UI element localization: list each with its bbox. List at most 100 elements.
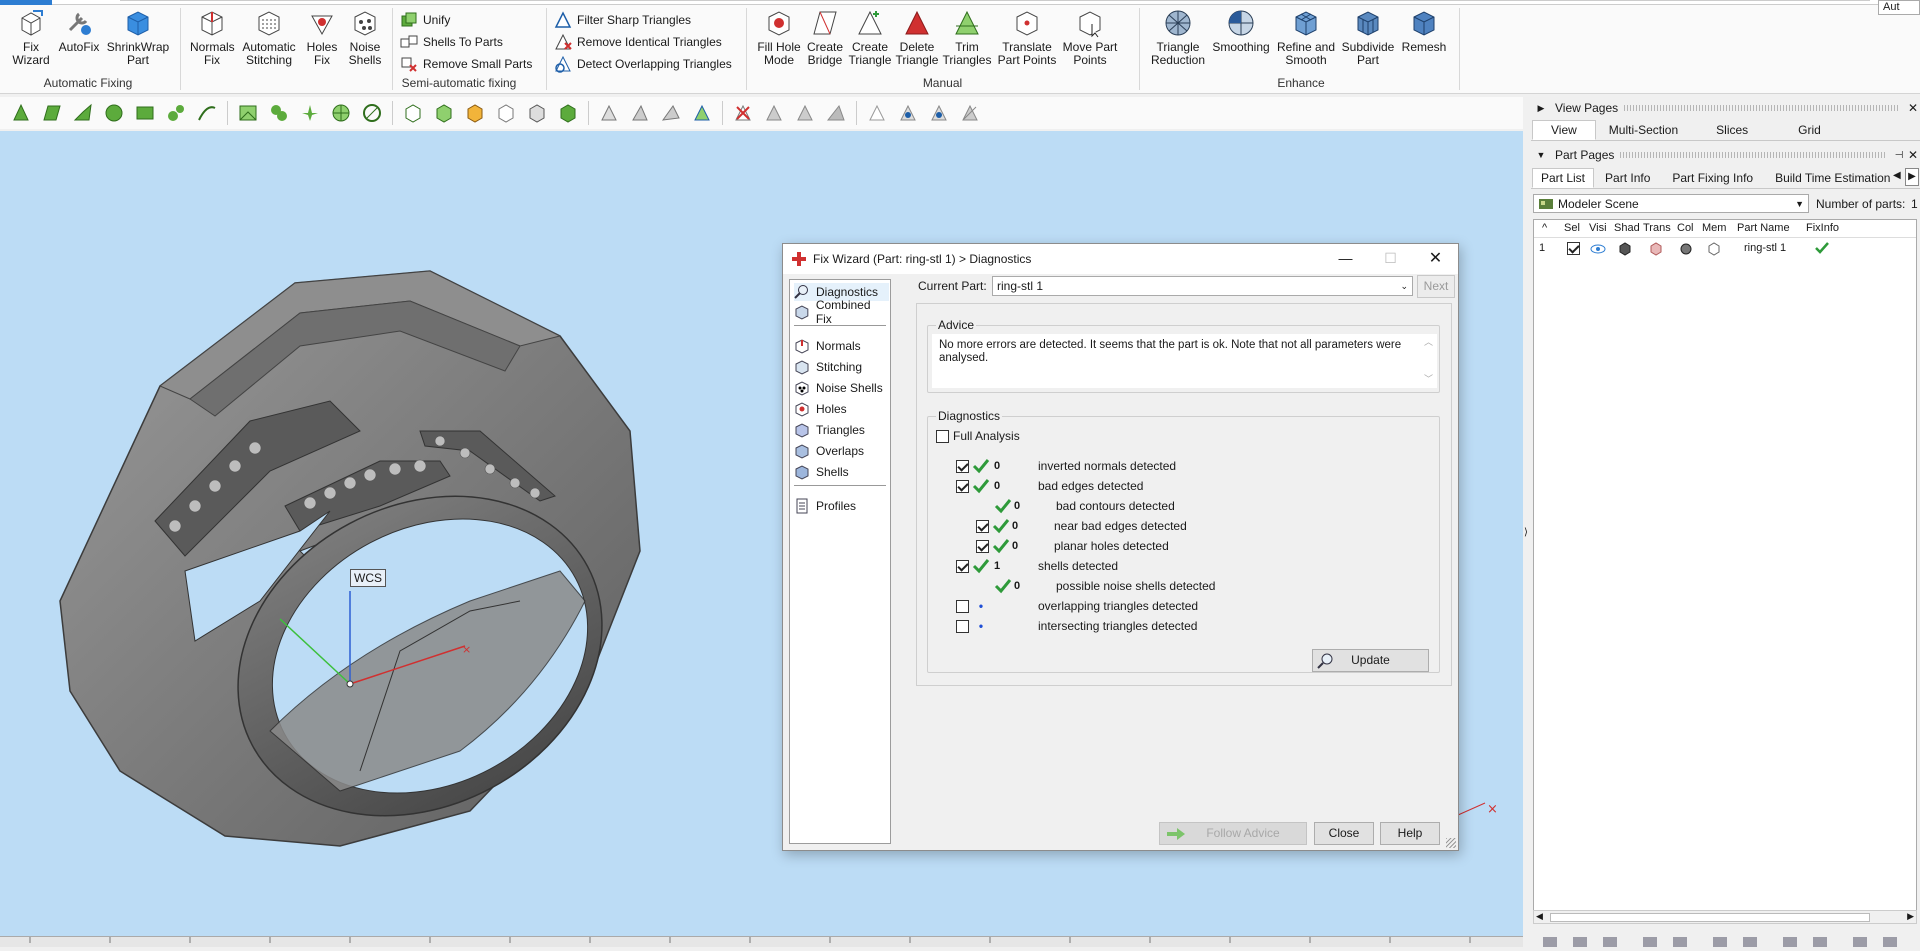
unify-button[interactable]: Unify bbox=[400, 10, 450, 30]
tab-slices[interactable]: Slices bbox=[1691, 120, 1773, 140]
select-flower-icon[interactable] bbox=[299, 102, 321, 124]
memory-cube-icon[interactable] bbox=[1707, 242, 1721, 256]
dialog-titlebar[interactable]: Fix Wizard (Part: ring-stl 1) > Diagnost… bbox=[783, 244, 1458, 274]
noise-shells-button[interactable]: Noise Shells bbox=[344, 8, 386, 67]
fix-wizard-button[interactable]: Fix Wizard bbox=[8, 8, 54, 67]
full-analysis-checkbox[interactable] bbox=[936, 429, 949, 443]
select-rectangle-icon[interactable] bbox=[134, 102, 156, 124]
close-button[interactable]: Close bbox=[1314, 822, 1374, 845]
triangle-wire-icon[interactable] bbox=[691, 102, 713, 124]
select-connected-icon[interactable] bbox=[268, 102, 290, 124]
filter-sharp-triangles-button[interactable]: Filter Sharp Triangles bbox=[554, 10, 691, 30]
follow-advice-button[interactable]: Follow Advice bbox=[1159, 822, 1307, 845]
tab-multi-section[interactable]: Multi-Section bbox=[1596, 120, 1691, 140]
scroll-left-icon[interactable]: ◀ bbox=[1536, 911, 1543, 922]
intersecting-checkbox[interactable] bbox=[956, 619, 969, 633]
select-plane-icon[interactable] bbox=[72, 102, 94, 124]
resize-grip-icon[interactable] bbox=[1446, 838, 1456, 848]
tab-part-list[interactable]: Part List bbox=[1532, 168, 1595, 188]
nav-normals[interactable]: Normals bbox=[794, 337, 889, 355]
view-pages-header[interactable]: ▶ View Pages ✕ bbox=[1531, 99, 1920, 117]
col-sel[interactable]: Sel bbox=[1564, 222, 1580, 234]
tab-grid[interactable]: Grid bbox=[1773, 120, 1846, 140]
detect-overlapping-triangles-button[interactable]: Detect Overlapping Triangles bbox=[554, 54, 732, 74]
select-all-icon[interactable] bbox=[433, 102, 455, 124]
shrinkwrap-part-button[interactable]: ShrinkWrap Part bbox=[104, 8, 172, 67]
expand-selection-icon[interactable] bbox=[557, 102, 579, 124]
triangle-grey-1-icon[interactable] bbox=[598, 102, 620, 124]
expand-arrow-icon[interactable]: ▼ bbox=[1535, 150, 1547, 160]
table-row[interactable]: 1 ring-stl 1 bbox=[1534, 240, 1916, 258]
col-fixinfo[interactable]: FixInfo bbox=[1806, 222, 1839, 234]
smoothing-button[interactable]: Smoothing bbox=[1210, 8, 1272, 54]
select-marked-icon[interactable] bbox=[464, 102, 486, 124]
scroll-up-icon[interactable]: ︿ bbox=[1424, 336, 1433, 349]
col-col[interactable]: Col bbox=[1677, 222, 1694, 234]
full-analysis-checkbox-row[interactable]: Full Analysis bbox=[936, 427, 1020, 445]
nav-noise-shells[interactable]: Noise Shells bbox=[794, 379, 889, 397]
deselect-icon[interactable] bbox=[495, 102, 517, 124]
nav-profiles[interactable]: Profiles bbox=[794, 497, 889, 515]
panel-splitter[interactable]: ⟩ bbox=[1523, 97, 1531, 947]
triangle-eye-1-icon[interactable] bbox=[897, 102, 919, 124]
subdivide-part-button[interactable]: Subdivide Part bbox=[1340, 8, 1396, 67]
col-mem[interactable]: Mem bbox=[1702, 222, 1726, 234]
triangle-grey-4-icon[interactable] bbox=[763, 102, 785, 124]
holes-fix-button[interactable]: Holes Fix bbox=[302, 8, 342, 67]
planar-holes-checkbox[interactable] bbox=[976, 539, 989, 553]
color-swatch-icon[interactable] bbox=[1679, 242, 1693, 256]
col-sort[interactable]: ^ bbox=[1542, 222, 1547, 234]
select-box-icon[interactable] bbox=[237, 102, 259, 124]
select-shell-icon[interactable] bbox=[103, 102, 125, 124]
close-icon[interactable]: ✕ bbox=[1906, 148, 1920, 162]
col-part-name[interactable]: Part Name bbox=[1737, 222, 1790, 234]
trim-triangles-button[interactable]: Trim Triangles bbox=[942, 8, 992, 67]
normals-fix-button[interactable]: Normals Fix bbox=[190, 8, 235, 67]
col-shad[interactable]: Shad bbox=[1614, 222, 1640, 234]
account-button[interactable]: Aut bbox=[1878, 0, 1920, 15]
tab-part-fixing-info[interactable]: Part Fixing Info bbox=[1661, 168, 1764, 188]
select-surface-icon[interactable] bbox=[41, 102, 63, 124]
tab-scroll-right-icon[interactable]: ▶ bbox=[1905, 168, 1919, 186]
select-part-icon[interactable] bbox=[402, 102, 424, 124]
nav-triangles[interactable]: Triangles bbox=[794, 421, 889, 439]
dialog-close-x-button[interactable]: ✕ bbox=[1413, 244, 1458, 274]
tab-part-info[interactable]: Part Info bbox=[1594, 168, 1661, 188]
triangle-grey-3-icon[interactable] bbox=[660, 102, 682, 124]
update-button[interactable]: Update bbox=[1312, 649, 1429, 672]
nav-overlaps[interactable]: Overlaps bbox=[794, 442, 889, 460]
transparency-cube-icon[interactable] bbox=[1649, 242, 1663, 256]
active-ribbon-tab[interactable] bbox=[0, 0, 52, 5]
delete-triangle-button[interactable]: Delete Triangle bbox=[894, 8, 940, 67]
fill-hole-mode-button[interactable]: Fill Hole Mode bbox=[756, 8, 802, 67]
minimize-button[interactable]: — bbox=[1323, 244, 1368, 274]
move-part-points-button[interactable]: Move Part Points bbox=[1062, 8, 1118, 67]
next-button[interactable]: Next bbox=[1417, 275, 1455, 298]
shells-to-parts-button[interactable]: Shells To Parts bbox=[400, 32, 503, 52]
horizontal-scrollbar[interactable]: ◀ ▶ bbox=[1533, 910, 1917, 924]
select-lasso-icon[interactable] bbox=[196, 102, 218, 124]
nav-holes[interactable]: Holes bbox=[794, 400, 889, 418]
select-brush-icon[interactable] bbox=[165, 102, 187, 124]
overlapping-checkbox[interactable] bbox=[956, 599, 969, 613]
help-button[interactable]: Help bbox=[1380, 822, 1440, 845]
invert-selection-icon[interactable] bbox=[526, 102, 548, 124]
triangle-eye-2-icon[interactable] bbox=[928, 102, 950, 124]
scroll-down-icon[interactable]: ﹀ bbox=[1424, 373, 1433, 386]
remesh-button[interactable]: Remesh bbox=[1398, 8, 1450, 54]
shaded-cube-icon[interactable] bbox=[1618, 242, 1632, 256]
collapse-arrow-icon[interactable]: ▶ bbox=[1535, 103, 1547, 114]
triangle-grey-5-icon[interactable] bbox=[794, 102, 816, 124]
inverted-normals-checkbox[interactable] bbox=[956, 459, 969, 473]
near-bad-edges-checkbox[interactable] bbox=[976, 519, 989, 533]
autofix-button[interactable]: AutoFix bbox=[56, 8, 102, 54]
remove-identical-triangles-button[interactable]: Remove Identical Triangles bbox=[554, 32, 722, 52]
nav-shells[interactable]: Shells bbox=[794, 463, 889, 481]
splitter-handle-icon[interactable]: ⟩ bbox=[1524, 527, 1528, 538]
nav-stitching[interactable]: Stitching bbox=[794, 358, 889, 376]
select-cylinder-icon[interactable] bbox=[361, 102, 383, 124]
scroll-right-icon[interactable]: ▶ bbox=[1907, 911, 1914, 922]
translate-part-points-button[interactable]: Translate Part Points bbox=[994, 8, 1060, 67]
select-checkbox[interactable] bbox=[1567, 242, 1580, 255]
nav-combined-fix[interactable]: Combined Fix bbox=[794, 298, 889, 326]
